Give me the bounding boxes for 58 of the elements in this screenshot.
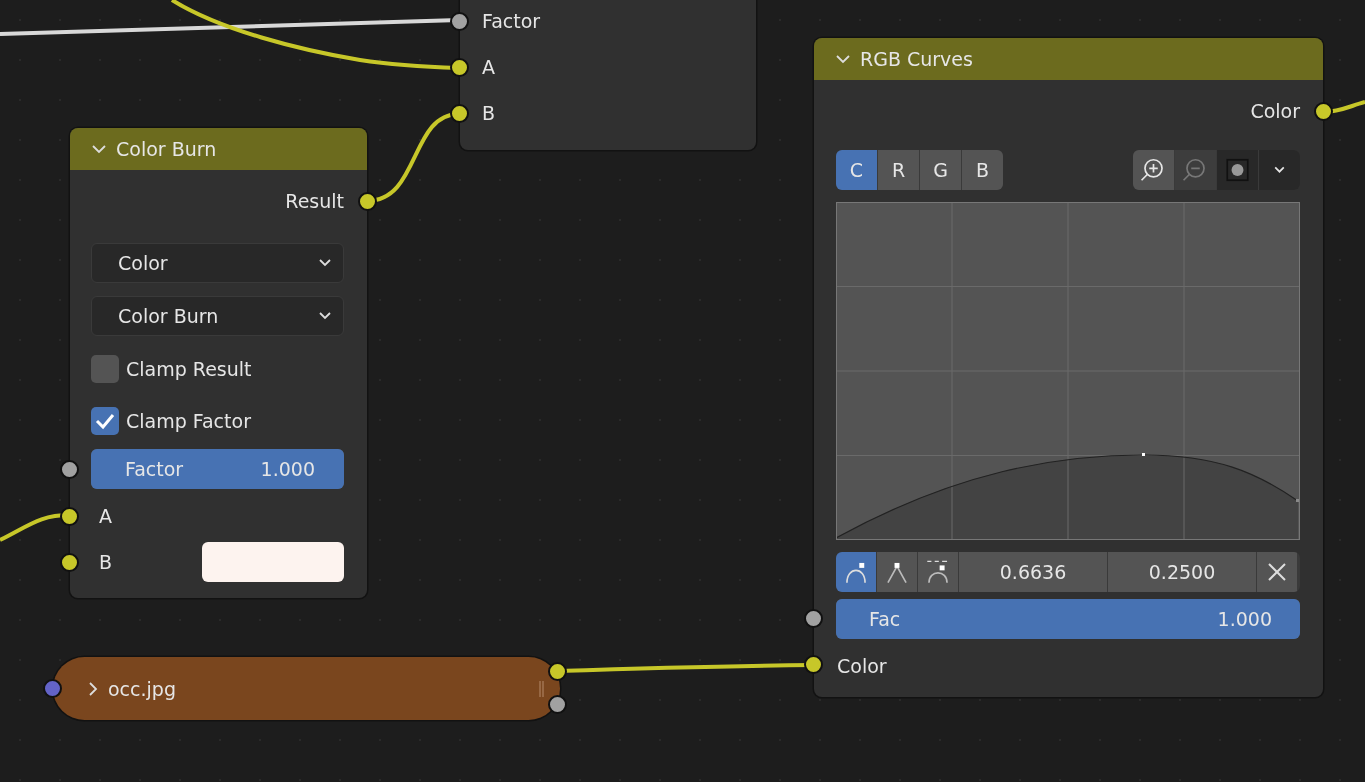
checkbox[interactable] [91,407,119,435]
check-icon [95,412,115,430]
handle-type-button[interactable] [877,552,917,592]
slider-label: Fac [869,608,901,630]
handle-vector-icon [887,562,907,584]
channel-tab[interactable]: G [920,150,961,190]
socket-label: B [482,102,496,124]
slider-label: Factor [125,458,184,480]
node-title: Color Burn [116,138,217,160]
socket-dot[interactable] [548,662,567,681]
socket-dot[interactable] [548,695,567,714]
clipping-icon [1226,158,1249,182]
node-title: RGB Curves [860,48,973,70]
delete-point-button[interactable] [1257,552,1297,592]
mix-node[interactable] [460,0,756,150]
checkbox[interactable] [91,355,119,383]
grip-icon [539,681,544,697]
handle-type-button[interactable] [918,552,958,592]
checkbox-label: Clamp Factor [126,410,251,432]
fac-slider[interactable]: Fac 1.000 [836,599,1300,639]
point-y-field[interactable]: 0.2500 [1108,552,1256,592]
handle-type-button[interactable] [836,552,876,592]
handle-auto-icon [846,562,866,584]
view-button[interactable] [1133,150,1174,190]
close-icon [1268,563,1286,581]
node-title: occ.jpg [108,677,176,700]
socket-label: A [482,56,495,78]
chevron-right-icon[interactable] [86,681,100,696]
zoom-out-icon [1182,158,1205,182]
socket-label: Factor [482,10,541,32]
factor-slider[interactable]: Factor 1.000 [91,449,344,489]
chevron-down-icon[interactable] [836,52,850,66]
chevron-down-icon [319,312,331,320]
chevron-down-icon[interactable] [92,142,106,156]
chevron-down-icon [1274,166,1285,173]
channel-tab[interactable]: C [836,150,877,190]
handle-clamped-icon [926,560,948,584]
zoom-in-icon [1140,158,1163,182]
node-header[interactable]: Color Burn [70,128,367,170]
socket-label: A [99,505,112,527]
socket-label: Color [1250,100,1300,122]
view-button[interactable] [1217,150,1258,190]
image-node[interactable] [53,657,560,720]
color-swatch[interactable] [202,542,344,582]
channel-tab[interactable]: B [962,150,1003,190]
channel-tab[interactable]: R [878,150,919,190]
socket-label: Result [285,190,344,212]
point-x-field[interactable]: 0.6636 [959,552,1107,592]
socket-label: Color [837,655,887,677]
dropdown[interactable]: Color Burn [91,296,344,336]
chevron-down-icon [319,259,331,267]
checkbox-label: Clamp Result [126,358,252,380]
dropdown[interactable]: Color [91,243,344,283]
node-header[interactable]: RGB Curves [814,38,1323,80]
rgb-curves-node[interactable]: RGB Curves Color C R G B 0.6636 0.2500 Fac 1.000 Color [814,38,1323,697]
slider-value: 1.000 [260,458,315,480]
slider-value: 1.000 [1217,608,1272,630]
socket-label: B [99,551,113,573]
